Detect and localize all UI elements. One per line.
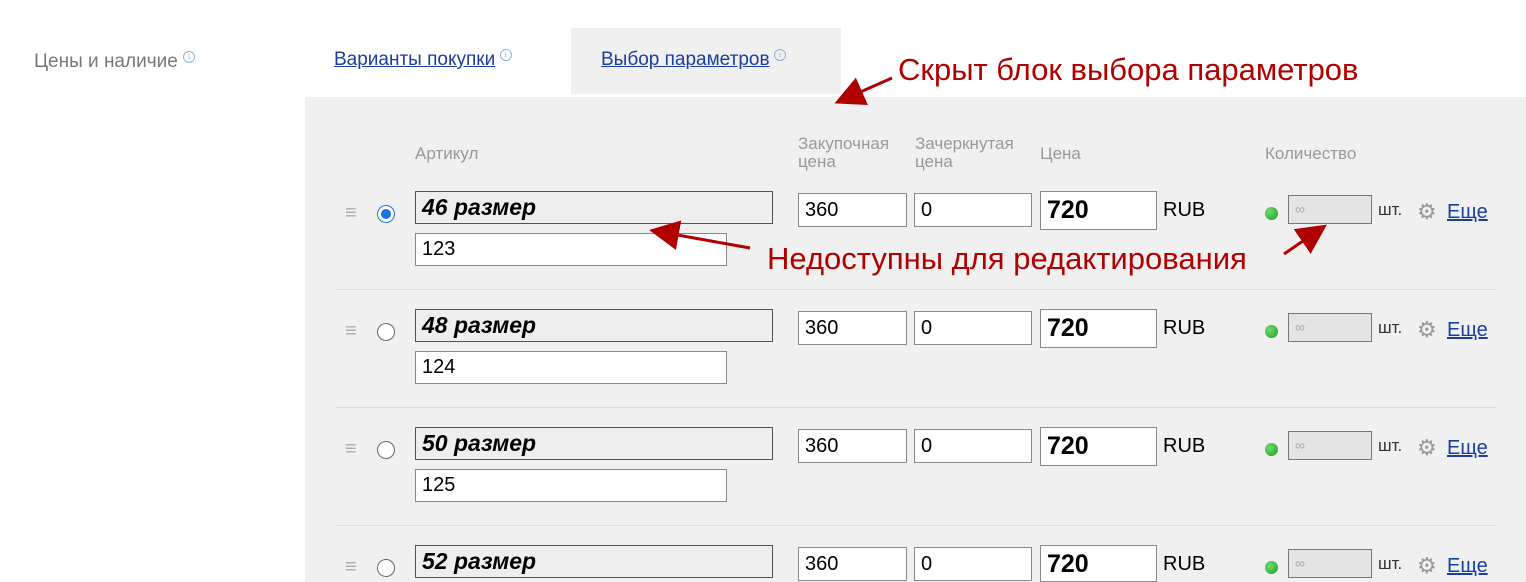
annotation-arrows bbox=[649, 76, 1327, 256]
arrow-to-quantity-field bbox=[1283, 224, 1327, 256]
arrow-to-hidden-block bbox=[834, 76, 893, 106]
arrow-to-name-field bbox=[649, 220, 751, 250]
